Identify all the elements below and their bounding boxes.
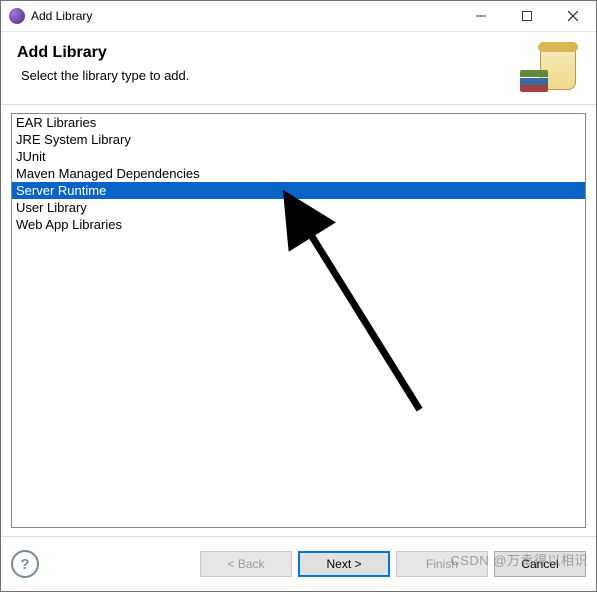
list-item[interactable]: JUnit <box>12 148 585 165</box>
maximize-button[interactable] <box>504 1 550 31</box>
wizard-header: Add Library Select the library type to a… <box>1 32 596 104</box>
list-item[interactable]: EAR Libraries <box>12 114 585 131</box>
list-item[interactable]: User Library <box>12 199 585 216</box>
app-icon <box>9 8 25 24</box>
window-controls <box>458 1 596 31</box>
window-title: Add Library <box>31 9 458 23</box>
button-bar: ? < Back Next > Finish Cancel <box>1 536 596 591</box>
content-area: EAR LibrariesJRE System LibraryJUnitMave… <box>1 105 596 536</box>
cancel-button[interactable]: Cancel <box>494 551 586 577</box>
help-icon-glyph: ? <box>20 556 29 573</box>
wizard-title: Add Library <box>17 44 516 62</box>
list-item[interactable]: JRE System Library <box>12 131 585 148</box>
list-item[interactable]: Web App Libraries <box>12 216 585 233</box>
list-item[interactable]: Server Runtime <box>12 182 585 199</box>
finish-button[interactable]: Finish <box>396 551 488 577</box>
titlebar: Add Library <box>1 1 596 32</box>
close-button[interactable] <box>550 1 596 31</box>
help-button[interactable]: ? <box>11 550 39 578</box>
next-button[interactable]: Next > <box>298 551 390 577</box>
jar-icon <box>516 44 580 94</box>
wizard-header-text: Add Library Select the library type to a… <box>17 44 516 83</box>
minimize-button[interactable] <box>458 1 504 31</box>
library-type-list[interactable]: EAR LibrariesJRE System LibraryJUnitMave… <box>11 113 586 528</box>
list-item[interactable]: Maven Managed Dependencies <box>12 165 585 182</box>
dialog-window: Add Library Add Library Select the libra… <box>0 0 597 592</box>
back-button[interactable]: < Back <box>200 551 292 577</box>
wizard-subtitle: Select the library type to add. <box>21 68 516 83</box>
